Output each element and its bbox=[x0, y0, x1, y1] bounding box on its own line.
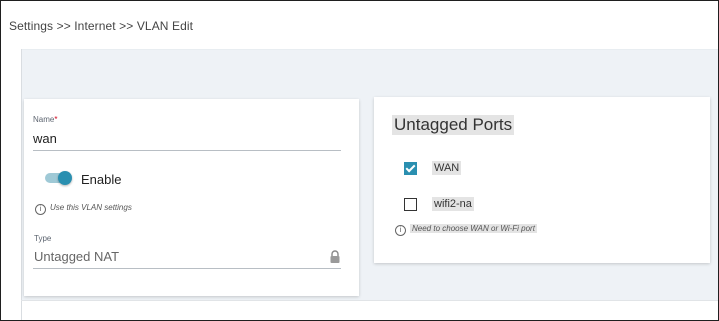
footer-divider bbox=[21, 300, 718, 301]
lock-icon bbox=[330, 250, 340, 263]
sidebar-edge bbox=[21, 49, 22, 320]
enable-toggle[interactable] bbox=[45, 171, 73, 185]
vlan-settings-card: Name* wan Enable i Use this VLAN settings… bbox=[24, 99, 359, 296]
port-hint-text: Need to choose WAN or Wi-Fi port bbox=[410, 224, 537, 233]
enable-hint-text: Use this VLAN settings bbox=[50, 203, 132, 212]
wifi2-na-checkbox[interactable] bbox=[404, 198, 417, 211]
name-field-label: Name* bbox=[33, 115, 58, 124]
name-input[interactable]: wan bbox=[33, 131, 57, 146]
breadcrumb: Settings >> Internet >> VLAN Edit bbox=[9, 19, 194, 33]
type-field-underline bbox=[33, 268, 341, 269]
info-icon: i bbox=[35, 204, 46, 215]
enable-label[interactable]: Enable bbox=[81, 172, 121, 187]
wan-checkbox[interactable] bbox=[404, 162, 417, 175]
required-asterisk: * bbox=[54, 115, 58, 124]
untagged-ports-title: Untagged Ports bbox=[392, 115, 515, 135]
app-frame: Settings >> Internet >> VLAN Edit Name* … bbox=[0, 0, 719, 321]
enable-hint: i Use this VLAN settings bbox=[35, 203, 132, 215]
toggle-knob bbox=[58, 171, 72, 185]
type-field-label: Type bbox=[34, 234, 52, 243]
wifi2-na-label: wifi2-na bbox=[432, 197, 474, 211]
wan-label: WAN bbox=[432, 161, 462, 175]
name-input-underline bbox=[33, 150, 341, 151]
port-requirement-hint: i Need to choose WAN or Wi-Fi port bbox=[395, 224, 537, 236]
info-icon: i bbox=[395, 225, 406, 236]
untagged-ports-card: Untagged Ports WAN wifi2-na i Need to cho… bbox=[374, 97, 710, 263]
type-field-value: Untagged NAT bbox=[34, 249, 120, 264]
